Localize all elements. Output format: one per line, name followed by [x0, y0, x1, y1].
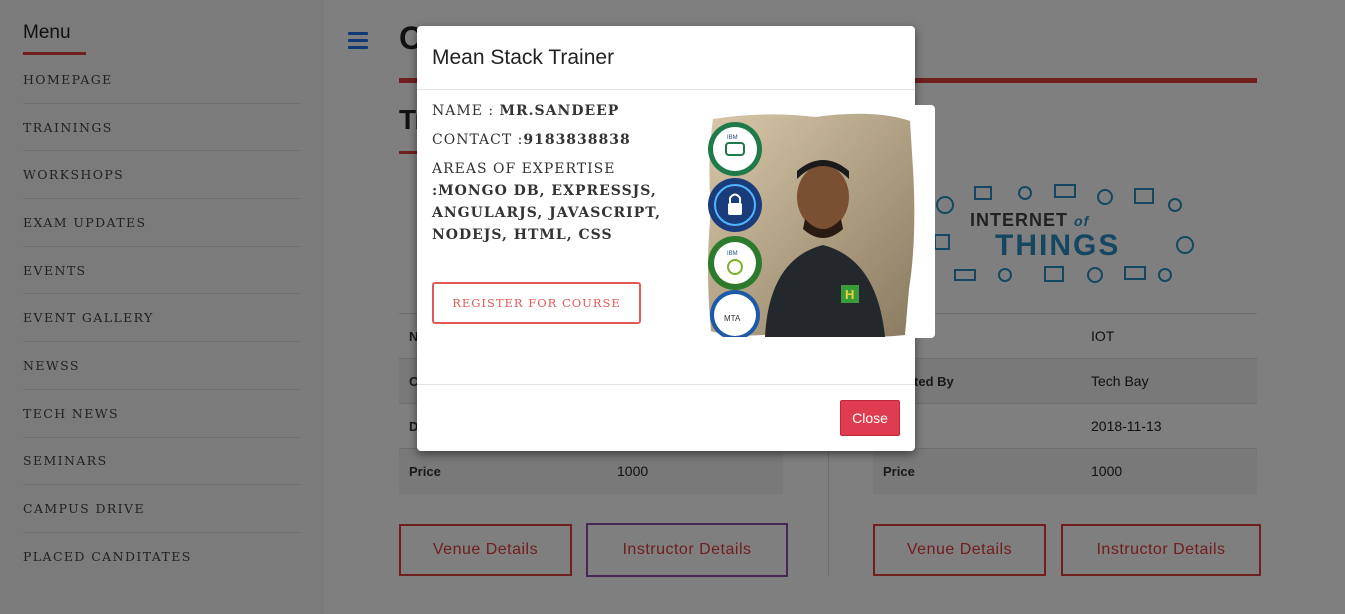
trainer-name-value: MR.SANDEEP — [499, 103, 620, 119]
badge-ibm2-text: IBM — [727, 251, 738, 257]
badge-ibm-icon: IBM — [708, 122, 762, 176]
svg-text:H: H — [845, 287, 854, 302]
trainer-photo: H IBM IBM MTA — [708, 113, 915, 337]
trainer-expertise-value: :MONGO DB, EXPRESSJS, ANGULARJS, JAVASCR… — [432, 183, 661, 243]
close-button[interactable]: Close — [840, 400, 900, 436]
trainer-contact-value: 9183838838 — [523, 132, 631, 148]
trainer-expertise-label: AREAS OF EXPERTISE — [432, 161, 616, 177]
modal-header: Mean Stack Trainer — [417, 26, 915, 90]
trainer-contact-label: CONTACT : — [432, 132, 524, 148]
trainer-details: NAME : MR.SANDEEP CONTACT :9183838838 AR… — [432, 100, 692, 253]
trainer-name-row: NAME : MR.SANDEEP — [432, 100, 692, 122]
trainer-expertise-row: AREAS OF EXPERTISE :MONGO DB, EXPRESSJS,… — [432, 158, 692, 246]
badge-mta-text: MTA — [724, 314, 741, 323]
modal-title: Mean Stack Trainer — [432, 45, 615, 69]
trainer-photo-card: H IBM IBM MTA — [701, 105, 935, 338]
badge-ibm-text: IBM — [727, 135, 738, 141]
register-for-course-button[interactable]: REGISTER FOR COURSE — [432, 282, 641, 324]
badge-security-lock-icon — [708, 178, 762, 232]
page: Menu HOMEPAGE TRAININGS WORKSHOPS EXAM U… — [0, 0, 1345, 614]
modal-footer-divider — [417, 384, 915, 385]
badge-ibm-knowledge-icon: IBM — [708, 236, 762, 290]
trainer-name-label: NAME : — [432, 103, 500, 119]
trainer-contact-row: CONTACT :9183838838 — [432, 129, 692, 151]
